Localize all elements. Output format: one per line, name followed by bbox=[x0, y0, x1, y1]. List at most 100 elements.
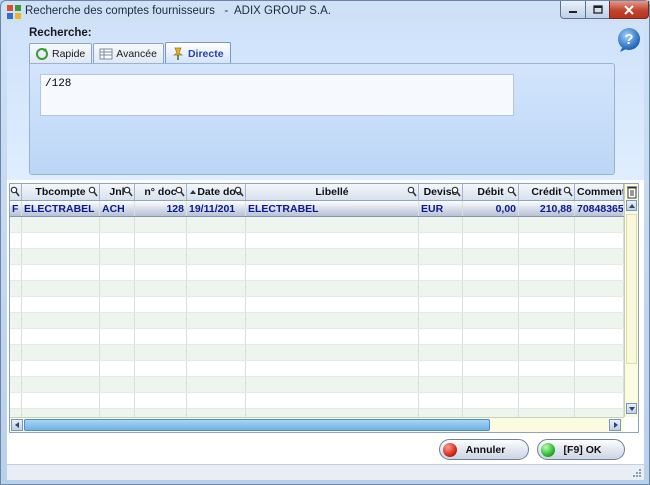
table-row[interactable] bbox=[10, 345, 624, 361]
sort-ascending-icon bbox=[190, 190, 197, 194]
table-row[interactable] bbox=[10, 249, 624, 265]
horizontal-scroll-thumb[interactable] bbox=[24, 419, 490, 431]
table-row[interactable] bbox=[10, 329, 624, 345]
column-search-icon[interactable] bbox=[234, 186, 244, 197]
cell-libelle bbox=[246, 329, 419, 344]
cell-commentaire bbox=[575, 297, 624, 312]
maximize-button[interactable] bbox=[585, 1, 610, 19]
column-header-debit[interactable]: Débit bbox=[463, 184, 519, 200]
cell-tbcompte bbox=[22, 217, 100, 232]
cell-commentaire bbox=[575, 233, 624, 248]
table-row[interactable] bbox=[10, 361, 624, 377]
column-header-commentaire[interactable]: Commenta bbox=[575, 184, 624, 200]
table-row[interactable] bbox=[10, 265, 624, 281]
column-search-icon[interactable] bbox=[88, 186, 98, 197]
cell-date-doc: 19/11/201 bbox=[187, 201, 246, 216]
scroll-track[interactable] bbox=[626, 214, 637, 364]
column-header-credit[interactable]: Crédit bbox=[519, 184, 575, 200]
cell-jnl bbox=[100, 217, 135, 232]
minimize-icon bbox=[569, 10, 577, 13]
cell-debit bbox=[463, 249, 519, 264]
search-label: Recherche: bbox=[29, 27, 92, 39]
cell-tbcompte bbox=[22, 281, 100, 296]
column-search-icon[interactable] bbox=[563, 186, 573, 197]
cell-debit bbox=[463, 217, 519, 232]
tab-avancee[interactable]: Avancée bbox=[93, 43, 164, 64]
minimize-button[interactable] bbox=[560, 1, 586, 19]
cell-jnl bbox=[100, 297, 135, 312]
column-search-icon[interactable] bbox=[123, 186, 133, 197]
table-row[interactable] bbox=[10, 393, 624, 409]
resize-grip-icon[interactable] bbox=[632, 468, 642, 478]
cell-credit bbox=[519, 281, 575, 296]
column-search-icon[interactable] bbox=[175, 186, 185, 197]
table-row[interactable] bbox=[10, 281, 624, 297]
maximize-icon bbox=[592, 5, 603, 14]
column-search-icon[interactable] bbox=[507, 186, 517, 197]
arrow-left-icon bbox=[15, 422, 19, 428]
cell-credit bbox=[519, 217, 575, 232]
app-window: Recherche des comptes fournisseurs - ADI… bbox=[0, 0, 650, 485]
column-chooser-icon[interactable] bbox=[626, 185, 638, 200]
cell-jnl bbox=[100, 361, 135, 376]
column-header-ndoc[interactable]: n° doc bbox=[135, 184, 187, 200]
column-search-icon[interactable] bbox=[10, 186, 20, 197]
cell-date-doc bbox=[187, 361, 246, 376]
table-row[interactable] bbox=[10, 313, 624, 329]
search-area: Recherche: ? Rapide Avancée Directe /128 bbox=[7, 23, 644, 180]
cell-devise bbox=[419, 313, 463, 328]
cell-ndoc bbox=[135, 217, 187, 232]
tab-rapide-label: Rapide bbox=[52, 48, 86, 60]
column-header-type[interactable] bbox=[10, 184, 22, 200]
cell-date-doc bbox=[187, 329, 246, 344]
help-icon[interactable]: ? bbox=[616, 27, 642, 53]
status-bar bbox=[7, 464, 644, 480]
cell-ndoc: 128 bbox=[135, 201, 187, 216]
cell-jnl bbox=[100, 393, 135, 408]
cell-commentaire bbox=[575, 329, 624, 344]
table-row[interactable]: F ELECTRABEL ACH 128 19/11/201 ELECTRABEL EUR 0… bbox=[10, 201, 624, 217]
cell-credit bbox=[519, 297, 575, 312]
column-search-icon[interactable] bbox=[451, 186, 461, 197]
results-grid[interactable]: Tbcompte Jnl n° doc Date doc Libellé Dev… bbox=[9, 183, 639, 433]
column-header-date-doc[interactable]: Date doc bbox=[187, 184, 246, 200]
close-button[interactable] bbox=[609, 1, 649, 19]
cell-date-doc bbox=[187, 265, 246, 280]
table-row[interactable] bbox=[10, 233, 624, 249]
column-header-devise[interactable]: Devise bbox=[419, 184, 463, 200]
column-header-jnl[interactable]: Jnl bbox=[100, 184, 135, 200]
table-row[interactable] bbox=[10, 217, 624, 233]
cancel-button[interactable]: Annuler bbox=[439, 439, 529, 460]
column-header-tbcompte[interactable]: Tbcompte bbox=[22, 184, 100, 200]
scroll-up-button[interactable] bbox=[626, 200, 637, 211]
cell-credit bbox=[519, 361, 575, 376]
direct-search-input[interactable]: /128 bbox=[40, 74, 514, 116]
tab-rapide[interactable]: Rapide bbox=[29, 43, 93, 64]
cell-ndoc bbox=[135, 313, 187, 328]
tab-panel-directe: /128 bbox=[29, 63, 615, 175]
table-row[interactable] bbox=[10, 377, 624, 393]
cell-credit bbox=[519, 377, 575, 392]
cell-date-doc bbox=[187, 217, 246, 232]
table-row[interactable] bbox=[10, 297, 624, 313]
scroll-left-button[interactable] bbox=[11, 419, 23, 431]
horizontal-scrollbar[interactable] bbox=[10, 417, 624, 432]
app-icon bbox=[7, 5, 21, 19]
title-bar[interactable]: Recherche des comptes fournisseurs - ADI… bbox=[1, 1, 649, 23]
green-light-icon bbox=[541, 442, 555, 457]
cell-commentaire bbox=[575, 281, 624, 296]
ok-button[interactable]: [F9] OK bbox=[537, 439, 625, 460]
tab-directe[interactable]: Directe bbox=[164, 42, 231, 64]
refresh-icon bbox=[36, 48, 48, 60]
vertical-scrollbar[interactable] bbox=[624, 184, 638, 417]
column-search-icon[interactable] bbox=[407, 186, 417, 197]
cell-commentaire bbox=[575, 377, 624, 392]
cell-tbcompte bbox=[22, 297, 100, 312]
cell-type bbox=[10, 329, 22, 344]
cell-libelle bbox=[246, 217, 419, 232]
cell-type bbox=[10, 377, 22, 392]
scroll-down-button[interactable] bbox=[626, 403, 637, 414]
cell-debit bbox=[463, 361, 519, 376]
column-header-libelle[interactable]: Libellé bbox=[246, 184, 419, 200]
scroll-right-button[interactable] bbox=[609, 419, 621, 431]
